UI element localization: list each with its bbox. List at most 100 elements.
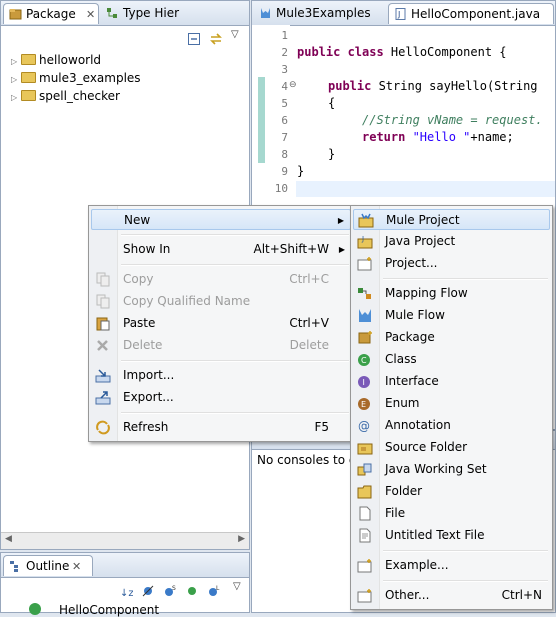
tab-label: Mule3Examples bbox=[276, 6, 371, 20]
line-number: 10 bbox=[274, 182, 288, 195]
menu-item-refresh[interactable]: Refresh F5 bbox=[91, 417, 351, 438]
menu-item-label: Class bbox=[385, 352, 417, 366]
outline-item[interactable]: HelloComponent bbox=[29, 603, 159, 617]
view-menu-icon[interactable]: ▽ bbox=[231, 29, 239, 40]
collapse-icon[interactable]: ⊖ bbox=[289, 80, 297, 90]
menu-item-new[interactable]: New ▶ bbox=[91, 209, 351, 230]
tab-type-hierarchy[interactable]: Type Hier bbox=[101, 3, 211, 24]
hide-static-icon[interactable]: S bbox=[163, 584, 177, 598]
menu-item-class[interactable]: C Class bbox=[353, 349, 550, 370]
svg-text:I: I bbox=[363, 378, 365, 387]
tab-outline[interactable]: Outline ✕ bbox=[3, 555, 93, 576]
scroll-left-icon[interactable]: ◀ bbox=[5, 534, 12, 544]
menu-item-package[interactable]: Package bbox=[353, 327, 550, 348]
chevron-right-icon[interactable]: ▷ bbox=[11, 89, 21, 107]
menu-item-delete[interactable]: Delete Delete bbox=[91, 335, 351, 356]
menu-separator bbox=[121, 264, 349, 266]
menu-item-java-project[interactable]: J Java Project bbox=[353, 231, 550, 252]
close-icon[interactable]: ✕ bbox=[86, 4, 95, 25]
menu-item-paste[interactable]: Paste Ctrl+V bbox=[91, 313, 351, 334]
collapse-all-icon[interactable] bbox=[187, 32, 201, 46]
view-menu-icon[interactable]: ▽ bbox=[233, 581, 241, 592]
code-line-8: } bbox=[328, 147, 336, 161]
menu-item-mule-flow[interactable]: Mule Flow bbox=[353, 305, 550, 326]
project-folder-icon bbox=[21, 90, 36, 101]
menu-item-mapping-flow[interactable]: Mapping Flow bbox=[353, 283, 550, 304]
tab-mule3examples[interactable]: Mule3Examples bbox=[254, 3, 386, 24]
working-set-icon bbox=[357, 463, 372, 476]
menu-item-copy-qualified-name[interactable]: Copy Qualified Name bbox=[91, 291, 351, 312]
example-icon bbox=[357, 559, 372, 573]
scroll-right-icon[interactable]: ▶ bbox=[238, 534, 245, 544]
menu-item-export[interactable]: Export... bbox=[91, 387, 351, 408]
current-line-highlight bbox=[296, 181, 555, 197]
java-file-icon: J bbox=[395, 8, 406, 20]
tab-hellocomponent-java[interactable]: J HelloComponent.java bbox=[388, 3, 554, 24]
tree-item-label: mule3_examples bbox=[39, 71, 141, 85]
sort-icon[interactable]: ↓z bbox=[119, 584, 133, 598]
svg-text:@: @ bbox=[358, 419, 370, 433]
menu-item-source-folder[interactable]: Source Folder bbox=[353, 437, 550, 458]
menu-item-example[interactable]: Example... bbox=[353, 555, 550, 576]
line-number: 2 bbox=[281, 46, 288, 59]
new-project-icon bbox=[357, 257, 372, 271]
mapping-flow-icon bbox=[358, 288, 371, 299]
tab-outline-label: Outline bbox=[26, 559, 70, 573]
menu-item-label: Paste bbox=[123, 316, 156, 330]
menu-item-java-working-set[interactable]: Java Working Set bbox=[353, 459, 550, 480]
menu-item-label: Copy Qualified Name bbox=[123, 294, 251, 308]
close-icon[interactable]: ✕ bbox=[72, 556, 81, 577]
horizontal-scrollbar[interactable]: ◀ ▶ bbox=[1, 532, 249, 549]
submenu-arrow-icon: ▶ bbox=[338, 245, 345, 254]
context-menu: New ▶ Show In Alt+Shift+W ▶ Copy Ctrl+C … bbox=[88, 205, 354, 442]
line-number: 3 bbox=[281, 63, 288, 76]
tab-package-explorer[interactable]: Package ✕ bbox=[3, 3, 99, 24]
hide-fields-icon[interactable] bbox=[141, 584, 155, 598]
menu-item-folder[interactable]: Folder bbox=[353, 481, 550, 502]
menu-item-shortcut: Ctrl+N bbox=[501, 588, 542, 602]
export-icon bbox=[95, 391, 111, 405]
svg-text:↓z: ↓z bbox=[120, 588, 133, 598]
svg-text:S: S bbox=[172, 585, 176, 592]
line-number: 9 bbox=[281, 165, 288, 178]
project-folder-icon bbox=[21, 72, 36, 83]
change-marker bbox=[258, 77, 265, 163]
menu-item-other[interactable]: Other... Ctrl+N bbox=[353, 585, 550, 606]
menu-item-file[interactable]: File bbox=[353, 503, 550, 524]
menu-item-project[interactable]: Project... bbox=[353, 253, 550, 274]
menu-item-label: Mule Flow bbox=[385, 308, 445, 322]
java-project-icon: J bbox=[357, 235, 373, 249]
menu-item-enum[interactable]: E Enum bbox=[353, 393, 550, 414]
hide-nonpublic-icon[interactable] bbox=[185, 584, 199, 598]
code-keyword: public bbox=[328, 79, 372, 93]
tree-item-spell-checker[interactable]: ▷ spell_checker bbox=[11, 87, 120, 105]
import-icon bbox=[95, 369, 111, 383]
menu-item-show-in[interactable]: Show In Alt+Shift+W ▶ bbox=[91, 239, 351, 260]
hide-local-types-icon[interactable]: L bbox=[207, 584, 221, 598]
menu-item-label: Java Project bbox=[385, 234, 456, 248]
tree-item-helloworld[interactable]: ▷ helloworld bbox=[11, 51, 101, 69]
menu-item-annotation[interactable]: @ Annotation bbox=[353, 415, 550, 436]
folder-icon bbox=[357, 485, 372, 499]
menu-item-label: Delete bbox=[123, 338, 163, 352]
menu-item-label: Other... bbox=[385, 588, 430, 602]
menu-item-import[interactable]: Import... bbox=[91, 365, 351, 386]
menu-separator bbox=[383, 550, 548, 552]
link-with-editor-icon[interactable] bbox=[209, 32, 223, 46]
menu-item-interface[interactable]: I Interface bbox=[353, 371, 550, 392]
tree-item-mule3-examples[interactable]: ▷ mule3_examples bbox=[11, 69, 141, 87]
mule-project-icon bbox=[358, 213, 374, 228]
paste-icon bbox=[96, 317, 110, 331]
menu-item-mule-project[interactable]: Mule Project bbox=[353, 209, 550, 230]
menu-item-untitled-text-file[interactable]: Untitled Text File bbox=[353, 525, 550, 546]
menu-item-label: Enum bbox=[385, 396, 420, 410]
interface-icon: I bbox=[358, 376, 370, 388]
menu-item-label: Mapping Flow bbox=[385, 286, 468, 300]
copy-icon bbox=[96, 294, 110, 309]
menu-item-shortcut: Alt+Shift+W bbox=[253, 242, 330, 256]
menu-item-label: Refresh bbox=[123, 420, 169, 434]
menu-item-copy[interactable]: Copy Ctrl+C bbox=[91, 269, 351, 290]
menu-item-label: Source Folder bbox=[385, 440, 468, 454]
code-comment: //String vName = request. bbox=[362, 113, 543, 127]
file-icon bbox=[359, 506, 371, 521]
